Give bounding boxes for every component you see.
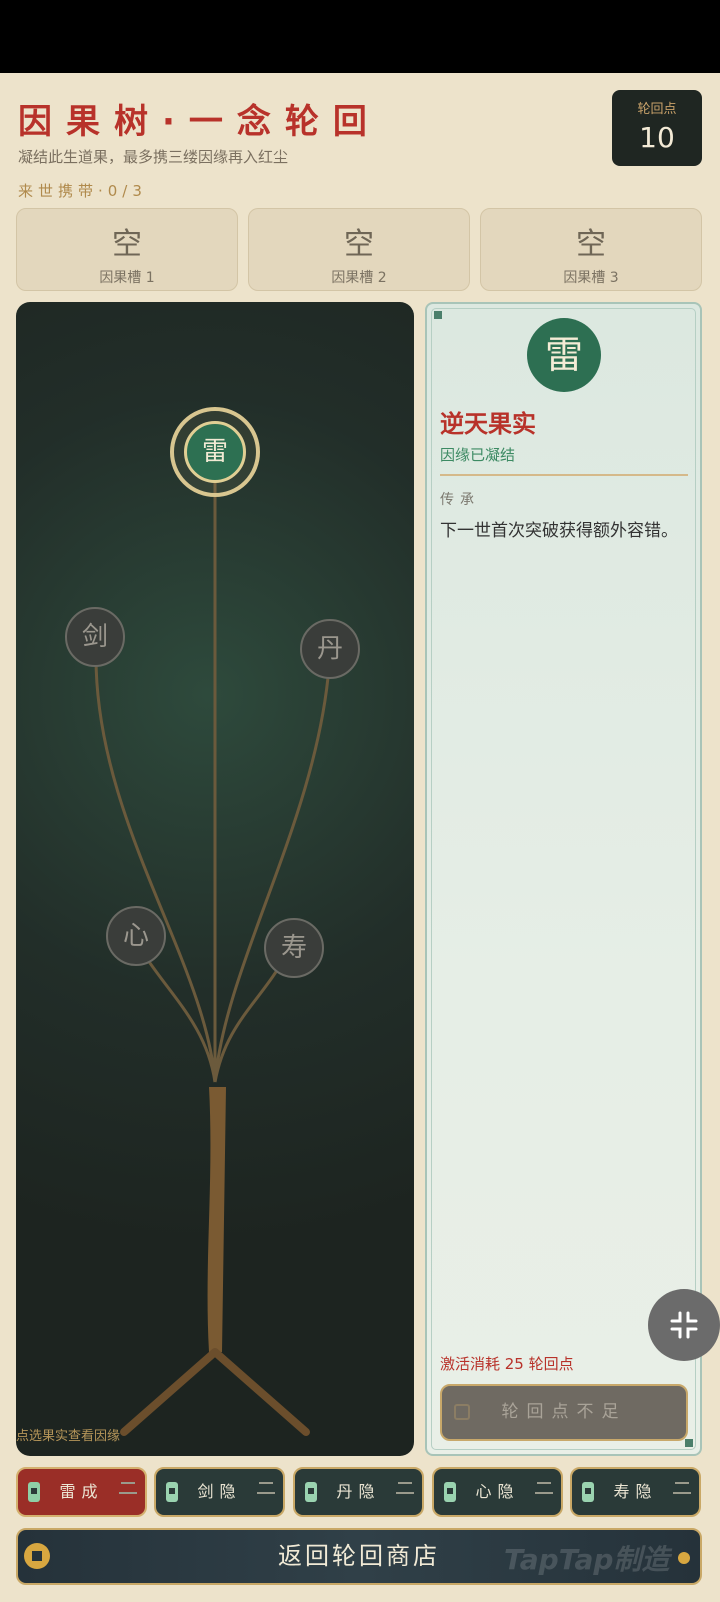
reincarnation-points-box: 轮回点 10	[612, 90, 702, 166]
collapse-icon	[670, 1311, 698, 1339]
page-title: 因果树·一念轮回	[18, 102, 381, 142]
fruit-description: 下一世首次突破获得额外容错。	[440, 521, 678, 541]
section-label: 传承	[440, 492, 480, 508]
tab-label: 雷成	[59, 1482, 104, 1501]
coin-ornament-icon	[678, 1552, 690, 1564]
tree-trunk	[207, 1087, 226, 1352]
tab-ornament-icon	[673, 1482, 691, 1498]
tree-roots	[120, 1348, 310, 1436]
detail-border	[431, 308, 696, 1450]
tab-ornament-icon	[119, 1482, 137, 1498]
branch-jian	[94, 656, 217, 1083]
slot-label: 因果槽 3	[563, 270, 619, 286]
karma-slot-2[interactable]: 空 因果槽 2	[248, 208, 470, 291]
points-label: 轮回点	[637, 102, 677, 117]
talisman-icon	[582, 1482, 594, 1502]
fruit-node-shou[interactable]: 寿	[264, 918, 324, 978]
tab-label: 寿隐	[613, 1482, 658, 1501]
fruit-name: 逆天果实	[440, 410, 536, 438]
slot-content: 空	[576, 227, 606, 262]
points-value: 10	[639, 121, 675, 154]
talisman-icon	[444, 1482, 456, 1502]
collapse-button[interactable]	[648, 1289, 720, 1361]
tab-ornament-icon	[257, 1482, 275, 1498]
activate-button-label: 轮回点不足	[501, 1402, 627, 1422]
tab-label: 丹隐	[336, 1482, 381, 1501]
return-button-label: 返回轮回商店	[278, 1542, 440, 1570]
status-bar	[0, 0, 720, 73]
tree-hint: 点选果实查看因缘	[16, 1429, 121, 1444]
karma-slot-3[interactable]: 空 因果槽 3	[480, 208, 702, 291]
slot-label: 因果槽 2	[331, 270, 387, 286]
tab-xin[interactable]: 心隐	[432, 1467, 563, 1517]
activate-button[interactable]: 轮回点不足	[440, 1384, 688, 1441]
tab-ornament-icon	[535, 1482, 553, 1498]
fruit-node-xin[interactable]: 心	[106, 906, 166, 966]
talisman-icon	[28, 1482, 40, 1502]
tab-ornament-icon	[396, 1482, 414, 1498]
page-subtitle: 凝结此生道果，最多携三缕因缘再入红尘	[18, 148, 289, 166]
corner-ornament	[685, 1439, 693, 1447]
slot-content: 空	[344, 227, 374, 262]
talisman-icon	[166, 1482, 178, 1502]
lock-icon	[454, 1404, 470, 1420]
carry-counter: 来世携带·0/3	[18, 182, 147, 200]
watermark: TapTap制造	[504, 1543, 670, 1576]
tab-label: 心隐	[475, 1482, 520, 1501]
slot-label: 因果槽 1	[99, 270, 155, 286]
fruit-node-lei[interactable]: 雷	[184, 421, 246, 483]
fruit-status: 因缘已凝结	[440, 446, 516, 464]
tab-label: 剑隐	[197, 1482, 242, 1501]
fruit-node-dan[interactable]: 丹	[300, 619, 360, 679]
karma-slot-1[interactable]: 空 因果槽 1	[16, 208, 238, 291]
activation-cost: 激活消耗 25 轮回点	[440, 1355, 574, 1373]
coin-icon	[24, 1543, 50, 1569]
tab-shou[interactable]: 寿隐	[570, 1467, 701, 1517]
tab-lei[interactable]: 雷成	[16, 1467, 147, 1517]
corner-ornament	[434, 311, 442, 319]
tab-jian[interactable]: 剑隐	[154, 1467, 285, 1517]
fruit-emblem: 雷	[527, 318, 601, 392]
fruit-node-jian[interactable]: 剑	[65, 607, 125, 667]
slot-content: 空	[112, 227, 142, 262]
tab-dan[interactable]: 丹隐	[293, 1467, 424, 1517]
branch-dan	[213, 666, 331, 1083]
detail-divider	[440, 474, 688, 476]
talisman-icon	[305, 1482, 317, 1502]
